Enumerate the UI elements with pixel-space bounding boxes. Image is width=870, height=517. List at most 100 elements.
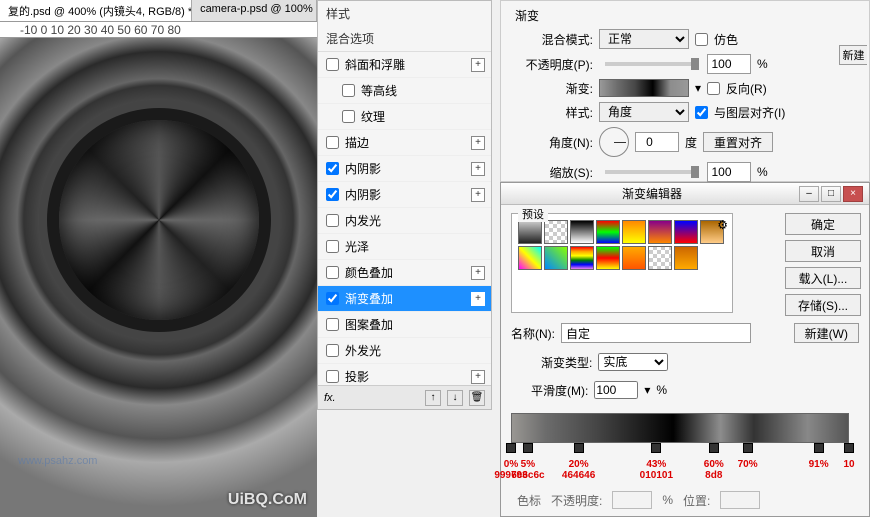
preset-swatch[interactable] xyxy=(596,220,620,244)
innershadow2-checkbox[interactable] xyxy=(326,188,339,201)
watermark: UiBQ.CoM xyxy=(228,491,307,509)
load-button[interactable]: 载入(L)... xyxy=(785,267,861,289)
blend-options[interactable]: 混合选项 xyxy=(318,26,491,52)
style-color-overlay[interactable]: 颜色叠加+ xyxy=(318,260,491,286)
style-satin[interactable]: 光泽 xyxy=(318,234,491,260)
gradient-preview[interactable] xyxy=(599,79,689,97)
preset-swatch[interactable] xyxy=(674,220,698,244)
angle-input[interactable] xyxy=(635,132,679,152)
gear-icon[interactable]: ⚙ xyxy=(717,218,728,232)
gradient-bar[interactable] xyxy=(511,413,849,443)
style-stroke[interactable]: 描边+ xyxy=(318,130,491,156)
cancel-button[interactable]: 取消 xyxy=(785,240,861,262)
gradient-name-input[interactable] xyxy=(561,323,751,343)
smooth-dropdown-icon[interactable]: ▾ xyxy=(644,383,650,397)
reverse-checkbox[interactable] xyxy=(707,82,720,95)
color-stop[interactable] xyxy=(709,443,719,453)
arrow-down-icon[interactable]: ↓ xyxy=(447,390,463,406)
tab-doc2[interactable]: camera-p.psd @ 100% ( xyxy=(192,0,317,21)
preset-swatch[interactable] xyxy=(544,246,568,270)
satin-checkbox[interactable] xyxy=(326,240,339,253)
add-icon[interactable]: + xyxy=(471,266,485,280)
add-icon[interactable]: + xyxy=(471,188,485,202)
gradientoverlay-checkbox[interactable] xyxy=(326,292,339,305)
arrow-up-icon[interactable]: ↑ xyxy=(425,390,441,406)
color-stop[interactable] xyxy=(506,443,516,453)
preset-swatch[interactable] xyxy=(648,246,672,270)
dropshadow-checkbox[interactable] xyxy=(326,370,339,383)
close-icon[interactable]: × xyxy=(843,186,863,202)
color-stop[interactable] xyxy=(651,443,661,453)
color-stop[interactable] xyxy=(523,443,533,453)
new-button-cut[interactable]: 新建 xyxy=(839,45,867,65)
preset-swatch[interactable] xyxy=(518,220,542,244)
preset-swatch[interactable] xyxy=(648,220,672,244)
pct-label: % xyxy=(757,57,768,71)
color-stop[interactable] xyxy=(574,443,584,453)
reset-align-button[interactable]: 重置对齐 xyxy=(703,132,773,152)
add-icon[interactable]: + xyxy=(471,58,485,72)
new-gradient-button[interactable]: 新建(W) xyxy=(794,323,859,343)
scale-input[interactable] xyxy=(707,162,751,182)
stop-opacity-input[interactable] xyxy=(612,491,652,509)
preset-swatch[interactable] xyxy=(518,246,542,270)
gradient-dropdown-icon[interactable]: ▾ xyxy=(695,81,701,95)
stroke-checkbox[interactable] xyxy=(326,136,339,149)
stop-annotation: 91% xyxy=(809,459,829,470)
coloroverlay-checkbox[interactable] xyxy=(326,266,339,279)
add-icon[interactable]: + xyxy=(471,162,485,176)
opacity-input[interactable] xyxy=(707,54,751,74)
preset-swatch[interactable] xyxy=(544,220,568,244)
preset-swatch[interactable] xyxy=(570,246,594,270)
blend-mode-select[interactable]: 正常 xyxy=(599,29,689,49)
preset-swatch[interactable] xyxy=(596,246,620,270)
innerglow-checkbox[interactable] xyxy=(326,214,339,227)
contour-checkbox[interactable] xyxy=(342,84,355,97)
scale-slider[interactable] xyxy=(605,170,695,174)
preset-swatch[interactable] xyxy=(622,220,646,244)
canvas-viewport[interactable]: www.psahz.com UiBQ.CoM xyxy=(0,38,317,517)
preset-swatch[interactable] xyxy=(674,246,698,270)
trash-icon[interactable]: 🗑 xyxy=(469,390,485,406)
document-tabs: 复的.psd @ 400% (内镜头4, RGB/8) * × camera-p… xyxy=(0,0,317,22)
minimize-icon[interactable]: – xyxy=(799,186,819,202)
stop-position-input[interactable] xyxy=(720,491,760,509)
dialog-titlebar[interactable]: 渐变编辑器 – □ × xyxy=(501,183,869,205)
bevel-checkbox[interactable] xyxy=(326,58,339,71)
color-stop[interactable] xyxy=(814,443,824,453)
style-gradient-overlay[interactable]: 渐变叠加+ xyxy=(318,286,491,312)
innershadow-checkbox[interactable] xyxy=(326,162,339,175)
outerglow-checkbox[interactable] xyxy=(326,344,339,357)
style-bevel[interactable]: 斜面和浮雕+ xyxy=(318,52,491,78)
degree-label: 度 xyxy=(685,134,697,151)
angle-wheel[interactable] xyxy=(599,127,629,157)
style-pattern-overlay[interactable]: 图案叠加 xyxy=(318,312,491,338)
color-stop[interactable] xyxy=(844,443,854,453)
align-layer-checkbox[interactable] xyxy=(695,106,708,119)
style-inner-glow[interactable]: 内发光 xyxy=(318,208,491,234)
type-label: 渐变类型: xyxy=(541,354,592,371)
style-inner-shadow[interactable]: 内阴影+ xyxy=(318,156,491,182)
preset-swatch[interactable] xyxy=(622,246,646,270)
style-inner-shadow-2[interactable]: 内阴影+ xyxy=(318,182,491,208)
patternoverlay-checkbox[interactable] xyxy=(326,318,339,331)
color-stop[interactable] xyxy=(743,443,753,453)
add-icon[interactable]: + xyxy=(471,292,485,306)
maximize-icon[interactable]: □ xyxy=(821,186,841,202)
add-icon[interactable]: + xyxy=(471,136,485,150)
smoothness-input[interactable] xyxy=(594,381,638,399)
add-icon[interactable]: + xyxy=(471,370,485,384)
gradient-style-select[interactable]: 角度 xyxy=(599,102,689,122)
texture-checkbox[interactable] xyxy=(342,110,355,123)
dither-checkbox[interactable] xyxy=(695,33,708,46)
style-contour[interactable]: 等高线 xyxy=(318,78,491,104)
ok-button[interactable]: 确定 xyxy=(785,213,861,235)
style-outer-glow[interactable]: 外发光 xyxy=(318,338,491,364)
gradient-label: 渐变: xyxy=(511,80,593,97)
style-texture[interactable]: 纹理 xyxy=(318,104,491,130)
tab-doc1[interactable]: 复的.psd @ 400% (内镜头4, RGB/8) * × xyxy=(0,0,192,21)
save-button[interactable]: 存储(S)... xyxy=(785,294,861,316)
preset-swatch[interactable] xyxy=(570,220,594,244)
opacity-slider[interactable] xyxy=(605,62,695,66)
gradient-type-select[interactable]: 实底 xyxy=(598,353,668,371)
